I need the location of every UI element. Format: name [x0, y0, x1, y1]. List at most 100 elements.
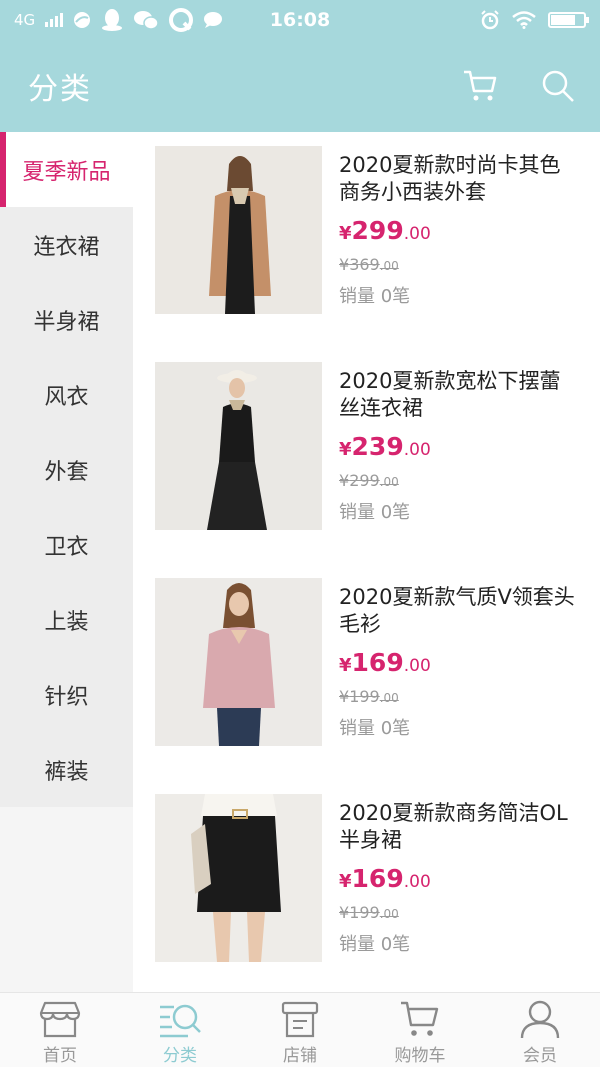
sidebar-item-hoodie[interactable]: 卫衣	[0, 507, 133, 582]
product-image	[155, 146, 322, 314]
sidebar-item-summer-new[interactable]: 夏季新品	[0, 132, 133, 207]
qq-icon	[102, 9, 123, 31]
product-card[interactable]: 2020夏新款时尚卡其色商务小西装外套 ¥299.00 ¥369.00 销量 0…	[155, 146, 585, 314]
battery-icon	[548, 12, 589, 28]
price-currency: ¥	[339, 871, 352, 892]
tab-category[interactable]: 分类	[120, 993, 240, 1067]
cart-icon	[401, 1001, 439, 1036]
original-price: ¥369.00	[339, 255, 579, 274]
price-decimal: .00	[403, 224, 431, 244]
sidebar-item-trench[interactable]: 风衣	[0, 357, 133, 432]
orig-integer: 199	[349, 903, 380, 922]
sidebar-item-label: 卫衣	[44, 534, 89, 560]
price-integer: 299	[351, 216, 404, 245]
price-currency: ¥	[339, 223, 352, 244]
sales-count: 销量 0笔	[339, 934, 411, 955]
cart-button[interactable]	[462, 68, 498, 104]
category-search-icon	[160, 1004, 201, 1038]
cart-icon	[464, 70, 497, 101]
sidebar-item-label: 夏季新品	[22, 159, 111, 185]
price-integer: 169	[351, 864, 404, 893]
orig-integer: 199	[349, 687, 380, 706]
sidebar-item-label: 外套	[44, 459, 89, 485]
wifi-icon	[512, 11, 536, 29]
wechat-icon	[134, 11, 159, 30]
sidebar-item-tops[interactable]: 上装	[0, 582, 133, 657]
app-header: 分类	[0, 40, 600, 132]
tab-label: 店铺	[283, 1046, 317, 1066]
tab-home[interactable]: 首页	[0, 993, 120, 1067]
category-sidebar: 夏季新品 连衣裙 半身裙 风衣 外套 卫衣 上装 针织 裤装	[0, 132, 133, 807]
sidebar-item-label: 连衣裙	[33, 234, 100, 260]
orig-integer: 299	[349, 471, 380, 490]
product-title: 2020夏新款时尚卡其色商务小西装外套	[339, 153, 561, 204]
alarm-icon	[481, 10, 499, 30]
product-image	[155, 578, 322, 746]
chat-icon	[204, 12, 223, 28]
product-title: 2020夏新款商务简洁OL半身裙	[339, 801, 568, 852]
bottom-nav: 首页 分类 店铺 购物车 会员	[0, 992, 600, 1067]
price-decimal: .00	[403, 872, 431, 892]
q-app-icon	[169, 8, 194, 32]
product-card[interactable]: 2020夏新款宽松下摆蕾丝连衣裙 ¥239.00 ¥299.00 销量 0笔	[155, 362, 585, 530]
orig-currency: ¥	[339, 255, 350, 274]
product-price: ¥169.00	[339, 864, 579, 893]
sidebar-item-skirt[interactable]: 半身裙	[0, 282, 133, 357]
tab-label: 首页	[43, 1046, 77, 1066]
sidebar-item-label: 风衣	[44, 384, 89, 410]
product-card[interactable]: 2020夏新款气质V领套头毛衫 ¥169.00 ¥199.00 销量 0笔	[155, 578, 585, 746]
search-button[interactable]	[540, 68, 576, 104]
sidebar-empty-area	[0, 807, 133, 992]
signal-icon	[45, 13, 64, 27]
tab-cart[interactable]: 购物车	[360, 993, 480, 1067]
orig-currency: ¥	[339, 687, 350, 706]
shop-icon	[281, 1001, 319, 1038]
browser-icon	[74, 12, 91, 28]
user-icon	[520, 1000, 560, 1039]
price-decimal: .00	[403, 440, 431, 460]
search-icon	[542, 70, 574, 102]
tab-label: 购物车	[394, 1046, 446, 1066]
orig-currency: ¥	[339, 471, 350, 490]
sidebar-item-knit[interactable]: 针织	[0, 657, 133, 732]
orig-integer: 369	[349, 255, 380, 274]
price-decimal: .00	[403, 656, 431, 676]
price-integer: 239	[351, 432, 404, 461]
tab-label: 分类	[163, 1046, 197, 1066]
sidebar-item-label: 上装	[44, 609, 89, 635]
product-title: 2020夏新款气质V领套头毛衫	[339, 585, 575, 636]
product-price: ¥239.00	[339, 432, 579, 461]
original-price: ¥199.00	[339, 903, 579, 922]
price-currency: ¥	[339, 439, 352, 460]
sidebar-item-dress[interactable]: 连衣裙	[0, 207, 133, 282]
tab-member[interactable]: 会员	[480, 993, 600, 1067]
sidebar-item-pants[interactable]: 裤装	[0, 732, 133, 807]
original-price: ¥299.00	[339, 471, 579, 490]
sidebar-item-label: 半身裙	[33, 309, 100, 335]
sidebar-item-coat[interactable]: 外套	[0, 432, 133, 507]
orig-decimal: .00	[379, 259, 399, 273]
tab-label: 会员	[523, 1046, 557, 1066]
original-price: ¥199.00	[339, 687, 579, 706]
store-icon	[39, 1001, 81, 1038]
sidebar-item-label: 针织	[44, 684, 89, 710]
product-price: ¥169.00	[339, 648, 579, 677]
network-type: 4G	[14, 11, 36, 29]
orig-decimal: .00	[379, 691, 399, 705]
sales-count: 销量 0笔	[339, 502, 411, 523]
product-price: ¥299.00	[339, 216, 579, 245]
product-list: 2020夏新款时尚卡其色商务小西装外套 ¥299.00 ¥369.00 销量 0…	[133, 132, 600, 992]
product-card[interactable]: 2020夏新款商务简洁OL半身裙 ¥169.00 ¥199.00 销量 0笔	[155, 794, 585, 962]
product-title: 2020夏新款宽松下摆蕾丝连衣裙	[339, 369, 561, 420]
tab-shop[interactable]: 店铺	[240, 993, 360, 1067]
sales-count: 销量 0笔	[339, 286, 411, 307]
sidebar-item-label: 裤装	[44, 759, 89, 785]
product-image	[155, 794, 322, 962]
sales-count: 销量 0笔	[339, 718, 411, 739]
page-title: 分类	[28, 72, 92, 107]
price-integer: 169	[351, 648, 404, 677]
product-image	[155, 362, 322, 530]
orig-decimal: .00	[379, 475, 399, 489]
price-currency: ¥	[339, 655, 352, 676]
orig-decimal: .00	[379, 907, 399, 921]
